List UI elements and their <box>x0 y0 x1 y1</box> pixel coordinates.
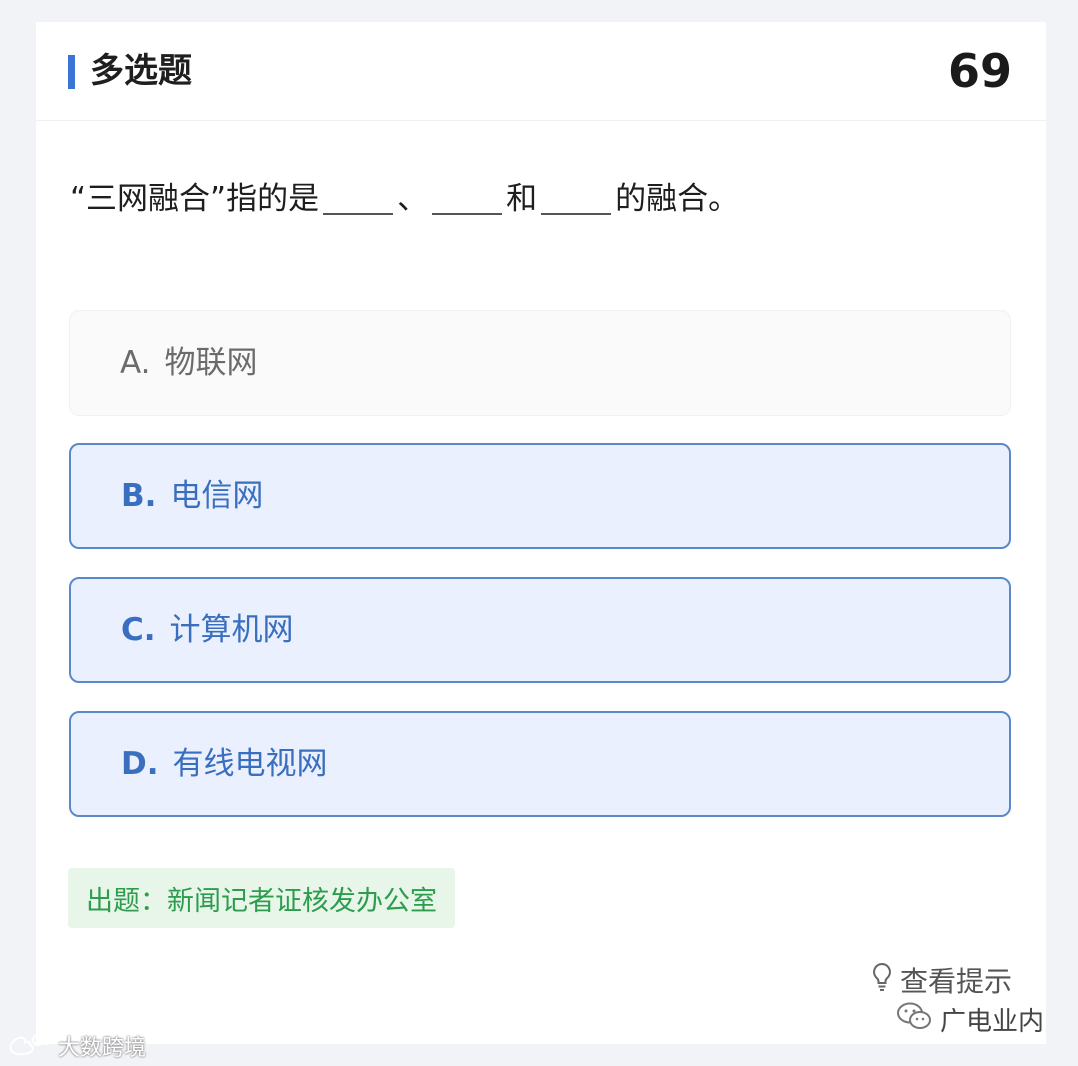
question-number: 69 <box>947 44 1012 98</box>
view-hint-button[interactable]: 查看提示 <box>870 960 1012 1000</box>
card-header: 多选题 69 <box>36 22 1046 121</box>
option-b-label: 电信网 <box>170 478 264 514</box>
option-b[interactable]: B. 电信网 <box>69 443 1011 549</box>
option-d-label: 有线电视网 <box>172 746 328 782</box>
weibo-icon <box>6 1030 52 1062</box>
option-a[interactable]: A. 物联网 <box>69 310 1011 416</box>
question-separator-1: 、 <box>397 181 429 217</box>
question-card: 多选题 69 “三网融合”指的是 、 和 的融合。 A. 物联网 B. 电信网 C. … <box>36 22 1046 1044</box>
option-c-letter: C. <box>121 612 156 648</box>
option-d[interactable]: D. 有线电视网 <box>69 711 1011 817</box>
question-text: “三网融合”指的是 、 和 的融合。 <box>70 174 739 224</box>
question-suffix: 的融合。 <box>615 181 740 217</box>
question-prefix: “三网融合”指的是 <box>70 181 320 217</box>
wechat-account-name: 广电业内 <box>939 1007 1044 1037</box>
weibo-watermark: 大数跨境 <box>6 1030 146 1062</box>
wechat-icon <box>896 1001 932 1038</box>
option-c-label: 计算机网 <box>169 612 294 648</box>
view-hint-label: 查看提示 <box>899 965 1012 998</box>
option-a-label: 物联网 <box>164 345 258 381</box>
option-d-letter: D. <box>121 746 159 782</box>
option-b-letter: B. <box>121 478 157 514</box>
question-source-badge: 出题：新闻记者证核发办公室 <box>68 868 455 928</box>
title-accent-bar <box>68 55 75 89</box>
option-a-letter: A. <box>120 345 151 381</box>
question-separator-2: 和 <box>506 181 538 217</box>
option-c[interactable]: C. 计算机网 <box>69 577 1011 683</box>
blank-3 <box>541 179 612 215</box>
wechat-watermark: 广电业内 <box>896 1001 1044 1038</box>
blank-2 <box>432 179 503 215</box>
blank-1 <box>323 179 394 215</box>
lightbulb-icon <box>870 961 894 1000</box>
question-type-title: 多选题 <box>90 51 192 91</box>
weibo-account-name: 大数跨境 <box>58 1036 147 1061</box>
